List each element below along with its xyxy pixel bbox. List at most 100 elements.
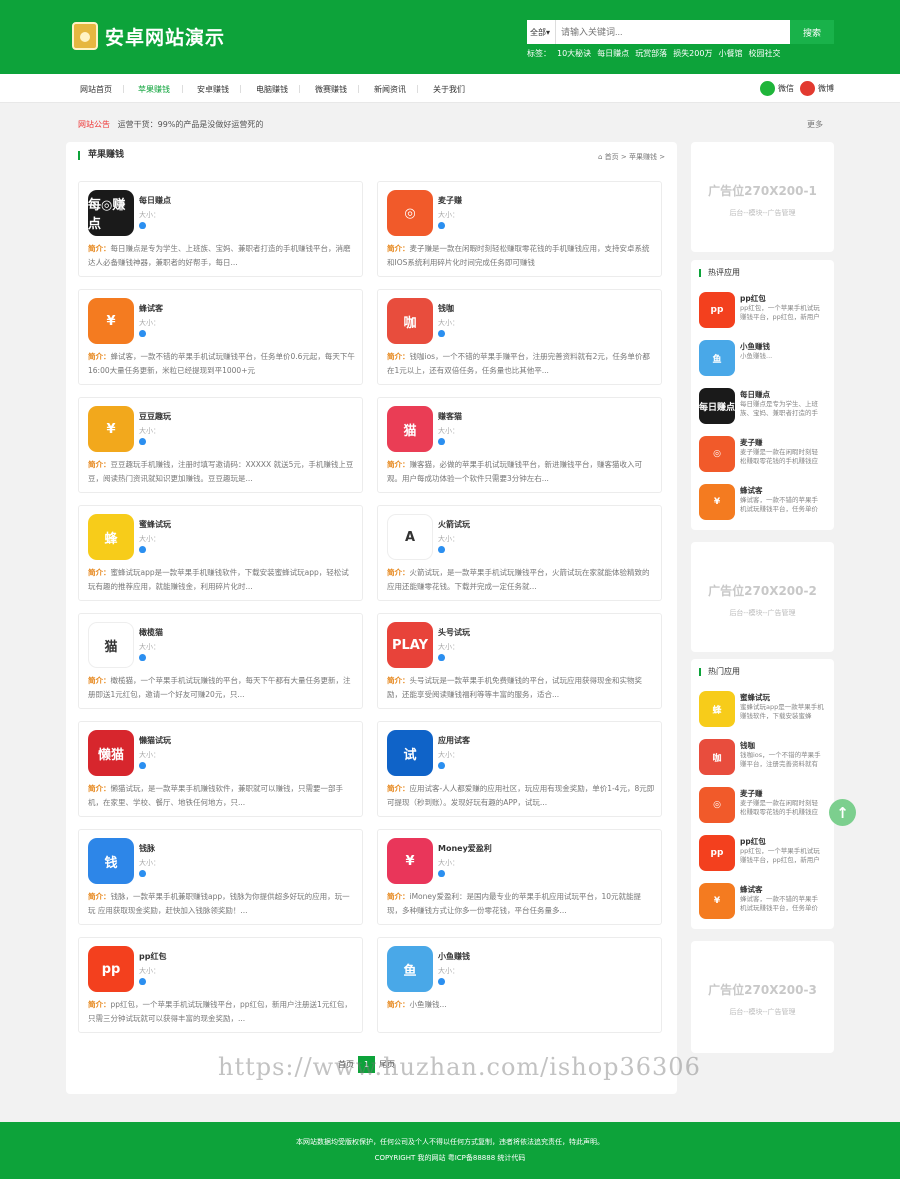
side-app-item[interactable]: 咖钱咖 钱咖ios，一个不错的苹果手赚平台，注册完善资料就有 [699, 739, 829, 777]
side-app-item[interactable]: ◎ 麦子赚 麦子赚是一款在闲暇时刻轻松赚取零花钱的手机赚钱应 [699, 787, 829, 825]
side-app-name[interactable]: 蜂试客 [740, 485, 763, 496]
app-name[interactable]: 赚客猫 [438, 411, 462, 422]
side-app-icon[interactable]: 每日赚点 [699, 388, 735, 424]
app-card[interactable]: ¥ 蜂试客 大小： 简介：蜂试客，一款不错的苹果手机试玩赚钱平台，任务单价0.6元起，… [78, 289, 363, 385]
app-name[interactable]: 头号试玩 [438, 627, 470, 638]
ad-slot-3[interactable]: 广告位270X200-3 后台--模块--广告管理 [691, 941, 834, 1053]
app-name[interactable]: 蜜蜂试玩 [139, 519, 171, 530]
tag-link[interactable]: 10大秘诀 [557, 49, 591, 58]
side-app-item[interactable]: ¥ 蜂试客 蜂试客，一款不错的苹果手机试玩赚钱平台，任务单价 [699, 484, 829, 522]
app-card[interactable]: 懒猫 懒猫试玩 大小： 简介：懒猫试玩，是一款苹果手机赚钱软件，兼职就可以赚钱，只需要… [78, 721, 363, 817]
side-app-name[interactable]: 蜜蜂试玩 [740, 692, 770, 703]
nav-item-apple[interactable]: 苹果赚钱 [138, 84, 170, 95]
nav-item-wechat-earn[interactable]: 微赛赚钱 [315, 84, 347, 95]
app-icon[interactable]: pp [88, 946, 134, 992]
app-card[interactable]: PLAY 头号试玩 大小： 简介：头号试玩是一款苹果手机免费赚钱的平台，试玩应用获得现… [377, 613, 662, 709]
app-icon[interactable]: ¥ [88, 298, 134, 344]
app-name[interactable]: 蜂试客 [139, 303, 163, 314]
side-app-icon[interactable]: ¥ [699, 883, 735, 919]
side-app-item[interactable]: 每日赚点 每日赚点 每日赚点是专为学生、上班族、宝妈、兼职者打造的手 [699, 388, 829, 426]
app-name[interactable]: 每日赚点 [139, 195, 171, 206]
side-app-icon[interactable]: 鱼 [699, 340, 735, 376]
side-app-name[interactable]: 麦子赚 [740, 788, 763, 799]
app-icon[interactable]: ◎ [387, 190, 433, 236]
app-card[interactable]: 试应用试客 大小： 简介：应用试客-人人都爱赚的应用社区，玩应用有现金奖励，单价1-… [377, 721, 662, 817]
app-name[interactable]: 钱脉 [139, 843, 155, 854]
app-icon[interactable]: 懒猫 [88, 730, 134, 776]
back-to-top-button[interactable]: ↑ [829, 799, 856, 826]
nav-item-about[interactable]: 关于我们 [433, 84, 465, 95]
tag-link[interactable]: 玩赏部落 [635, 49, 667, 58]
app-card[interactable]: 猫赚客猫 大小： 简介：赚客猫，必做的苹果手机试玩赚钱平台，新进赚钱平台，赚客猫收入… [377, 397, 662, 493]
nav-item-pc[interactable]: 电脑赚钱 [256, 84, 288, 95]
app-card[interactable]: 钱钱脉 大小： 简介：钱脉，一款苹果手机兼职赚钱app，钱脉为你提供超多好玩的应用，… [78, 829, 363, 925]
app-card[interactable]: ¥ 豆豆趣玩 大小： 简介：豆豆趣玩手机赚钱，注册时填写邀请码：XXXXX 就送5元，… [78, 397, 363, 493]
tag-link[interactable]: 损失200万 [673, 49, 712, 58]
side-app-name[interactable]: 麦子赚 [740, 437, 763, 448]
side-app-name[interactable]: pp红包 [740, 836, 766, 847]
app-icon[interactable]: 钱 [88, 838, 134, 884]
app-name[interactable]: 橄榄猫 [139, 627, 163, 638]
app-name[interactable]: 应用试客 [438, 735, 470, 746]
app-card[interactable]: 蜂蜜蜂试玩 大小： 简介：蜜蜂试玩app是一款苹果手机赚钱软件，下载安装蜜蜂试玩ap… [78, 505, 363, 601]
weibo-link[interactable]: 微博 [800, 81, 834, 96]
search-scope-select[interactable]: 全部▾ [527, 20, 556, 44]
ad-slot-2[interactable]: 广告位270X200-2 后台--模块--广告管理 [691, 542, 834, 652]
app-name[interactable]: 麦子赚 [438, 195, 462, 206]
side-app-item[interactable]: ¥ 蜂试客 蜂试客，一款不错的苹果手机试玩赚钱平台，任务单价 [699, 883, 829, 921]
app-icon[interactable]: 鱼 [387, 946, 433, 992]
search-input[interactable] [556, 20, 790, 44]
nav-item-home[interactable]: 网站首页 [80, 84, 112, 95]
tag-link[interactable]: 每日赚点 [597, 49, 629, 58]
app-icon[interactable]: 猫 [88, 622, 134, 668]
app-icon[interactable]: A [387, 514, 433, 560]
nav-item-android[interactable]: 安卓赚钱 [197, 84, 229, 95]
tag-link[interactable]: 小餐馆 [718, 49, 742, 58]
side-app-item[interactable]: pp pp红包 pp红包，一个苹果手机试玩赚钱平台，pp红包，新用户 [699, 292, 829, 330]
app-card[interactable]: 猫橄榄猫 大小： 简介：橄榄猫，一个苹果手机试玩赚钱的平台，每天下午都有大量任务更新… [78, 613, 363, 709]
app-icon[interactable]: 猫 [387, 406, 433, 452]
app-name[interactable]: Money爱盈利 [438, 843, 492, 854]
side-app-icon[interactable]: pp [699, 292, 735, 328]
side-app-icon[interactable]: 蜂 [699, 691, 735, 727]
app-card[interactable]: 鱼小鱼赚钱 大小： 简介：小鱼赚钱... [377, 937, 662, 1033]
app-card[interactable]: pp pp红包 大小： 简介：pp红包，一个苹果手机试玩赚钱平台，pp红包，新用户注册… [78, 937, 363, 1033]
app-name[interactable]: 火箭试玩 [438, 519, 470, 530]
app-card[interactable]: ¥ Money爱盈利 大小： 简介：iMoney爱盈利：是国内最专业的苹果手机应用试玩… [377, 829, 662, 925]
app-name[interactable]: 钱咖 [438, 303, 454, 314]
app-card[interactable]: A 火箭试玩 大小： 简介：火箭试玩，是一款苹果手机试玩赚钱平台，火箭试玩在家就能体验… [377, 505, 662, 601]
side-app-item[interactable]: 蜂蜜蜂试玩 蜜蜂试玩app是一款苹果手机赚钱软件，下载安装蜜蜂 [699, 691, 829, 729]
side-app-item[interactable]: 鱼小鱼赚钱 小鱼赚钱... [699, 340, 829, 378]
app-card[interactable]: 咖钱咖 大小： 简介：钱咖ios，一个不错的苹果手赚平台，注册完善资料就有2元，任务… [377, 289, 662, 385]
app-icon[interactable]: 咖 [387, 298, 433, 344]
search-button[interactable]: 搜索 [790, 20, 834, 44]
app-icon[interactable]: 每◎赚点 [88, 190, 134, 236]
side-app-item[interactable]: pp pp红包 pp红包，一个苹果手机试玩赚钱平台，pp红包，新用户 [699, 835, 829, 873]
app-icon[interactable]: ¥ [88, 406, 134, 452]
side-app-icon[interactable]: ◎ [699, 787, 735, 823]
notice-more-link[interactable]: 更多 [807, 119, 823, 130]
side-app-name[interactable]: 每日赚点 [740, 389, 770, 400]
app-name[interactable]: 豆豆趣玩 [139, 411, 171, 422]
site-logo[interactable]: 安卓网站演示 [72, 22, 225, 50]
app-name[interactable]: 懒猫试玩 [139, 735, 171, 746]
app-name[interactable]: pp红包 [139, 951, 166, 962]
app-icon[interactable]: PLAY [387, 622, 433, 668]
side-app-icon[interactable]: pp [699, 835, 735, 871]
side-app-name[interactable]: 小鱼赚钱 [740, 341, 770, 352]
side-app-icon[interactable]: ◎ [699, 436, 735, 472]
tag-link[interactable]: 校园社交 [748, 49, 780, 58]
app-name[interactable]: 小鱼赚钱 [438, 951, 470, 962]
wechat-link[interactable]: 微信 [760, 81, 794, 96]
app-icon[interactable]: 蜂 [88, 514, 134, 560]
app-icon[interactable]: 试 [387, 730, 433, 776]
side-app-icon[interactable]: 咖 [699, 739, 735, 775]
app-card[interactable]: 每◎赚点 每日赚点 大小： 简介：每日赚点是专为学生、上班族、宝妈、兼职者打造的手机赚… [78, 181, 363, 277]
nav-item-news[interactable]: 新闻资讯 [374, 84, 406, 95]
side-app-icon[interactable]: ¥ [699, 484, 735, 520]
app-card[interactable]: ◎ 麦子赚 大小： 简介：麦子赚是一款在闲暇时刻轻松赚取零花钱的手机赚钱应用，支持安卓… [377, 181, 662, 277]
app-icon[interactable]: ¥ [387, 838, 433, 884]
notice-text[interactable]: 运营干货：99%的产品是没做好运营死的 [118, 120, 264, 129]
side-app-name[interactable]: 蜂试客 [740, 884, 763, 895]
ad-slot-1[interactable]: 广告位270X200-1 后台--模块--广告管理 [691, 142, 834, 252]
